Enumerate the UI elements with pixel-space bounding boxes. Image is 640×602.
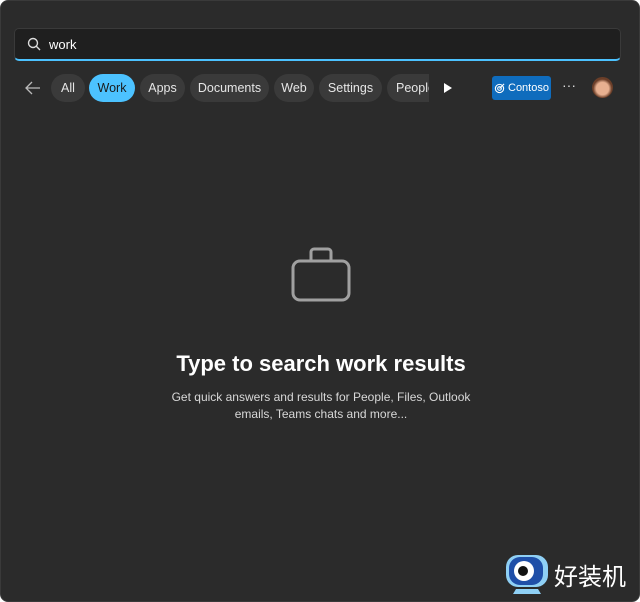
- filter-bar: All Work Apps Documents Web Settings Peo…: [1, 74, 639, 102]
- search-window: All Work Apps Documents Web Settings Peo…: [0, 0, 640, 602]
- search-box[interactable]: [14, 28, 621, 61]
- watermark-text: 好装机: [554, 562, 626, 591]
- target-icon: [494, 83, 505, 93]
- monitor-eye-icon: [506, 555, 548, 594]
- avatar[interactable]: [592, 77, 613, 98]
- empty-title: Type to search work results: [176, 351, 466, 376]
- back-arrow-icon[interactable]: [23, 78, 43, 98]
- scroll-right-icon[interactable]: [443, 82, 453, 94]
- briefcase-icon: [291, 247, 351, 302]
- empty-description-line2: emails, Teams chats and more...: [234, 407, 408, 421]
- tab-documents[interactable]: Documents: [190, 74, 269, 102]
- search-input[interactable]: [49, 36, 589, 52]
- search-icon: [27, 37, 41, 51]
- tab-settings[interactable]: Settings: [319, 74, 382, 102]
- more-options-button[interactable]: ···: [562, 77, 576, 93]
- tab-all[interactable]: All: [51, 74, 85, 102]
- tab-web[interactable]: Web: [274, 74, 314, 102]
- tab-apps[interactable]: Apps: [140, 74, 185, 102]
- watermark-logo: 好装机: [504, 553, 626, 595]
- org-button[interactable]: Contoso: [492, 76, 551, 100]
- empty-state: Type to search work results Get quick an…: [1, 246, 639, 423]
- tab-people[interactable]: People: [387, 74, 429, 102]
- tab-work[interactable]: Work: [89, 74, 135, 102]
- empty-description-line1: Get quick answers and results for People…: [171, 390, 471, 404]
- org-label: Contoso: [508, 82, 549, 94]
